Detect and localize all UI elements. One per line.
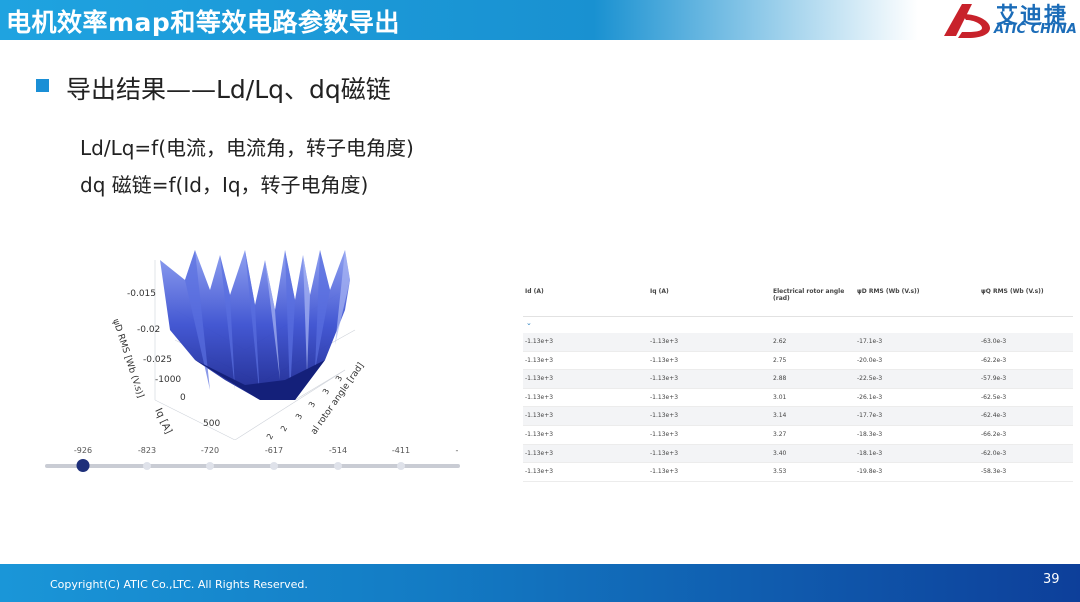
cell: -1.13e+3 bbox=[525, 430, 554, 438]
cell: -62.2e-3 bbox=[981, 356, 1007, 364]
cell: -17.7e-3 bbox=[857, 412, 883, 420]
id-slider[interactable]: -926 -823 -720 -617 -514 -411 - bbox=[45, 446, 460, 476]
logo-sub-text: ATIC CHINA bbox=[994, 22, 1077, 37]
x-tick: 2 bbox=[265, 432, 275, 440]
surface-plot-svg: ψD RMS [Wb (V.s)] -0.015 -0.02 -0.025 -1… bbox=[110, 250, 366, 440]
x-tick: 3 bbox=[307, 400, 317, 409]
cell: -1.13e+3 bbox=[650, 468, 679, 476]
table-row: -1.13e+3 -1.13e+3 2.62 -17.1e-3 -63.0e-3 bbox=[523, 333, 1073, 352]
cell: -26.1e-3 bbox=[857, 393, 883, 401]
cell: -1.13e+3 bbox=[650, 393, 679, 401]
slider-step-dot[interactable] bbox=[397, 462, 405, 470]
table-row: -1.13e+3 -1.13e+3 3.40 -18.1e-3 -62.0e-3 bbox=[523, 444, 1073, 464]
cell: -1.13e+3 bbox=[650, 449, 679, 457]
company-logo: 艾迪捷 ATIC CHINA bbox=[940, 0, 1080, 40]
cell: 3.27 bbox=[773, 430, 787, 438]
cell: -62.4e-3 bbox=[981, 412, 1007, 420]
slider-step-dot[interactable] bbox=[143, 462, 151, 470]
cell: 2.88 bbox=[773, 375, 787, 383]
cell: -1.13e+3 bbox=[650, 338, 679, 345]
slider-label: -514 bbox=[328, 446, 348, 455]
slider-label: -720 bbox=[200, 446, 220, 455]
cell: 3.01 bbox=[773, 393, 787, 401]
results-table: Id (A) Iq (A) Electrical rotor angle (ra… bbox=[523, 282, 1073, 482]
table-row: -1.13e+3 -1.13e+3 3.27 -18.3e-3 -66.2e-3 bbox=[523, 426, 1073, 445]
page-number: 39 bbox=[1043, 572, 1060, 587]
x-tick: 3 bbox=[321, 387, 331, 396]
cell: 2.75 bbox=[773, 356, 787, 364]
footer-bar: Copyright(C) ATIC Co.,LTC. All Rights Re… bbox=[0, 564, 1080, 602]
cell: -1.13e+3 bbox=[525, 338, 554, 345]
slider-label: -617 bbox=[264, 446, 284, 455]
table-row: -1.13e+3 -1.13e+3 2.88 -22.5e-3 -57.9e-3 bbox=[523, 370, 1073, 389]
copyright-text: Copyright(C) ATIC Co.,LTC. All Rights Re… bbox=[50, 578, 308, 591]
column-header[interactable]: ψD RMS (Wb (V.s)) bbox=[857, 288, 920, 295]
cell: -1.13e+3 bbox=[525, 375, 554, 383]
slider-step-dot[interactable] bbox=[270, 462, 278, 470]
slider-step-dot[interactable] bbox=[334, 462, 342, 470]
table-row: -1.13e+3 -1.13e+3 3.01 -26.1e-3 -62.5e-3 bbox=[523, 389, 1073, 408]
formula-line-1: Ld/Lq=f(电流，电流角，转子电角度) bbox=[80, 136, 414, 160]
cell: -1.13e+3 bbox=[525, 449, 554, 457]
slider-label: -823 bbox=[137, 446, 157, 455]
atic-logo-icon bbox=[944, 4, 990, 38]
table-row: -1.13e+3 -1.13e+3 3.14 -17.7e-3 -62.4e-3 bbox=[523, 407, 1073, 426]
cell: -18.1e-3 bbox=[857, 449, 883, 457]
z-tick: -0.02 bbox=[137, 325, 160, 335]
y-tick: 500 bbox=[203, 419, 220, 429]
cell: -62.0e-3 bbox=[981, 449, 1007, 457]
y-axis-label: Iq [A] bbox=[152, 407, 173, 436]
chevron-down-icon[interactable]: ⌄ bbox=[526, 319, 532, 327]
column-header[interactable]: ψQ RMS (Wb (V.s)) bbox=[981, 288, 1044, 295]
table-header: Id (A) Iq (A) Electrical rotor angle (ra… bbox=[523, 282, 1073, 317]
cell: -1.13e+3 bbox=[650, 412, 679, 420]
z-tick: -0.015 bbox=[127, 289, 156, 299]
slider-label: -926 bbox=[73, 446, 93, 455]
cell: 2.62 bbox=[773, 338, 787, 345]
x-axis-label: al rotor angle [rad] bbox=[309, 361, 366, 437]
cell: -19.8e-3 bbox=[857, 468, 883, 476]
cell: -17.1e-3 bbox=[857, 338, 883, 345]
column-header[interactable]: Id (A) bbox=[525, 288, 544, 295]
cell: -62.5e-3 bbox=[981, 393, 1007, 401]
cell: -1.13e+3 bbox=[525, 356, 554, 364]
slider-label: - bbox=[455, 446, 459, 455]
title-bar: 电机效率map和等效电路参数导出 艾迪捷 ATIC CHINA bbox=[0, 0, 1080, 40]
column-header[interactable]: Electrical rotor angle (rad) bbox=[773, 288, 848, 302]
cell: -22.5e-3 bbox=[857, 375, 883, 383]
slider-label: -411 bbox=[391, 446, 411, 455]
cell: 3.14 bbox=[773, 412, 787, 420]
cell: -20.0e-3 bbox=[857, 356, 883, 364]
table-row: -1.13e+3 -1.13e+3 2.75 -20.0e-3 -62.2e-3 bbox=[523, 352, 1073, 371]
bullet-square bbox=[36, 79, 49, 92]
table-row: -1.13e+3 -1.13e+3 3.53 -19.8e-3 -58.3e-3 bbox=[523, 463, 1073, 482]
filter-row: ⌄ bbox=[523, 317, 1073, 333]
z-tick: -0.025 bbox=[143, 355, 172, 365]
cell: 3.53 bbox=[773, 468, 787, 476]
cell: -57.9e-3 bbox=[981, 375, 1007, 383]
cell: -66.2e-3 bbox=[981, 430, 1007, 438]
slider-handle[interactable] bbox=[76, 459, 90, 472]
x-tick: 2 bbox=[279, 424, 289, 433]
y-tick: -1000 bbox=[155, 375, 181, 385]
cell: -1.13e+3 bbox=[525, 412, 554, 420]
cell: -1.13e+3 bbox=[650, 430, 679, 438]
slide-title: 电机效率map和等效电路参数导出 bbox=[6, 8, 400, 37]
x-tick: 3 bbox=[294, 412, 304, 421]
section-heading: 导出结果——Ld/Lq、dq磁链 bbox=[66, 75, 391, 104]
cell: -18.3e-3 bbox=[857, 430, 883, 438]
formula-line-2: dq 磁链=f(Id，Iq，转子电角度) bbox=[80, 173, 369, 197]
cell: -58.3e-3 bbox=[981, 468, 1007, 476]
y-tick: 0 bbox=[180, 393, 186, 403]
cell: -1.13e+3 bbox=[650, 356, 679, 364]
cell: -1.13e+3 bbox=[525, 393, 554, 401]
slider-step-dot[interactable] bbox=[206, 462, 214, 470]
cell: -63.0e-3 bbox=[981, 338, 1007, 345]
cell: -1.13e+3 bbox=[650, 375, 679, 383]
surface-mesh bbox=[160, 250, 355, 400]
cell: -1.13e+3 bbox=[525, 468, 554, 476]
3d-surface-plot[interactable]: ψD RMS [Wb (V.s)] -0.015 -0.02 -0.025 -1… bbox=[45, 250, 460, 440]
column-header[interactable]: Iq (A) bbox=[650, 288, 669, 295]
cell: 3.40 bbox=[773, 449, 787, 457]
